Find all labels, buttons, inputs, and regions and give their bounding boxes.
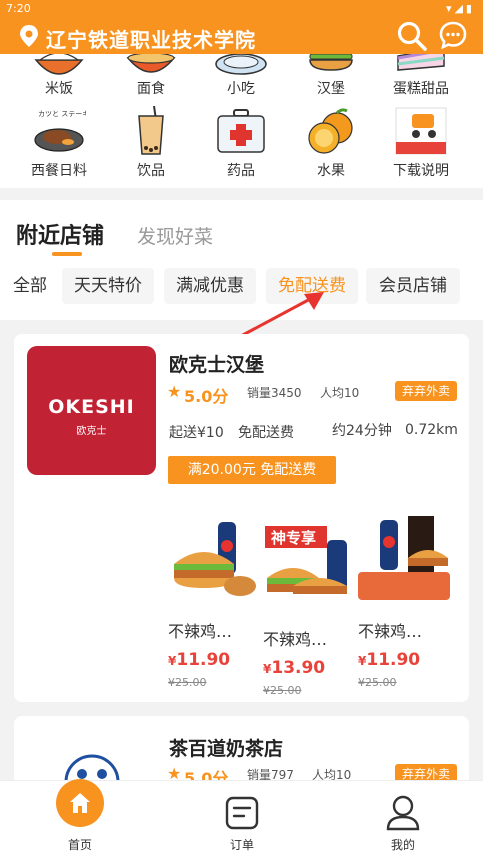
category-label: 面食: [137, 81, 165, 97]
orange-fruit-icon: [308, 108, 353, 154]
status-time: 7:20: [6, 2, 31, 15]
steak-icon: カツと ステーキ: [34, 110, 86, 152]
shop-card[interactable]: OKESHI 欧克士 欧克士汉堡 ★ 5.0分 销量3450 人均10 弃弃外卖…: [14, 334, 469, 702]
svg-text:カツと ステーキ: カツと ステーキ: [38, 110, 86, 118]
star-icon: ★: [167, 382, 182, 401]
dish-price: ¥11.90: [358, 650, 421, 670]
dish-image: 神专享: [263, 524, 355, 612]
nav-label: 首页: [67, 838, 92, 852]
location-title[interactable]: 辽宁铁道职业技术学院: [46, 24, 256, 53]
dish-original-price: ¥25.00: [168, 676, 207, 689]
profile-icon: [386, 795, 420, 831]
min-order: 起送¥10: [169, 425, 224, 441]
shop-name[interactable]: 茶百道奶茶店: [169, 734, 283, 761]
tab-discover-dishes[interactable]: 发现好菜: [137, 222, 213, 249]
delivery-scooter-icon: [395, 107, 447, 155]
dish-price: ¥11.90: [168, 650, 231, 670]
category-label: 蛋糕甜品: [393, 81, 449, 97]
search-icon[interactable]: [396, 20, 428, 52]
tab-nearby-shops[interactable]: 附近店铺: [16, 218, 104, 250]
medical-kit-icon: [217, 109, 265, 153]
order-icon: [225, 796, 259, 830]
category-label: 药品: [227, 163, 255, 179]
nav-orders[interactable]: 订单: [192, 781, 292, 858]
bubble-tea-icon: [138, 106, 164, 155]
delivery-time: 约24分钟: [332, 423, 392, 439]
shop-sales: 销量3450: [247, 386, 302, 400]
shop-logo: OKESHI 欧克士: [27, 346, 156, 475]
logo-wordmark: OKESHI: [48, 396, 135, 418]
dish-original-price: ¥25.00: [358, 676, 397, 689]
home-icon: [70, 793, 90, 813]
dish-name: 不辣鸡…: [168, 622, 233, 641]
dish-price: ¥13.90: [263, 658, 326, 678]
category-label: 小吃: [227, 81, 255, 97]
status-bar: 7:20 ▾◢▮: [0, 0, 483, 18]
home-button[interactable]: [56, 779, 104, 827]
promo-tag: 满20.00元 免配送费: [168, 456, 336, 484]
distance: 0.72km: [405, 422, 458, 438]
filter-all[interactable]: 全部: [6, 268, 54, 304]
shop-average-price: 人均10: [320, 386, 360, 400]
filter-member-shops[interactable]: 会员店铺: [366, 268, 460, 304]
shop-name[interactable]: 欧克士汉堡: [169, 350, 264, 377]
nav-profile[interactable]: 我的: [353, 781, 453, 858]
category-label: 下载说明: [393, 163, 449, 179]
dish-name: 不辣鸡…: [263, 630, 328, 649]
dish-name: 不辣鸡…: [358, 622, 423, 641]
category-label: 米饭: [45, 81, 73, 97]
category-label: 水果: [317, 163, 345, 179]
status-icons: ▾◢▮: [445, 2, 475, 15]
category-label: 西餐日料: [31, 163, 87, 179]
location-pin-icon[interactable]: [18, 24, 40, 48]
svg-text:神专享: 神专享: [271, 529, 316, 547]
category-grid: 米饭 面食 小吃 汉堡 蛋糕甜品 カツと ステーキ 西餐日料 饮品 药品 水果 …: [0, 54, 483, 188]
top-header: 7:20 ▾◢▮ 辽宁铁道职业技术学院: [0, 0, 483, 54]
active-tab-indicator: [52, 252, 82, 256]
message-icon[interactable]: [438, 20, 468, 50]
logo-subtitle: 欧克士: [76, 426, 107, 437]
dish-image: [174, 522, 256, 596]
category-label: 汉堡: [317, 81, 345, 97]
platform-badge: 弃弃外卖: [395, 381, 457, 401]
nav-label: 订单: [229, 838, 254, 852]
dish-image: [358, 516, 450, 600]
nav-label: 我的: [390, 838, 415, 852]
category-label: 饮品: [137, 163, 165, 179]
delivery-fee: 免配送费: [238, 425, 294, 441]
filter-daily-deals[interactable]: 天天特价: [62, 268, 154, 304]
shop-card[interactable]: 茶百道奶茶店 ★ 5.0分 销量797 人均10 弃弃外卖: [14, 716, 469, 786]
dish-original-price: ¥25.00: [263, 684, 302, 697]
shop-rating: 5.0分: [184, 387, 229, 406]
